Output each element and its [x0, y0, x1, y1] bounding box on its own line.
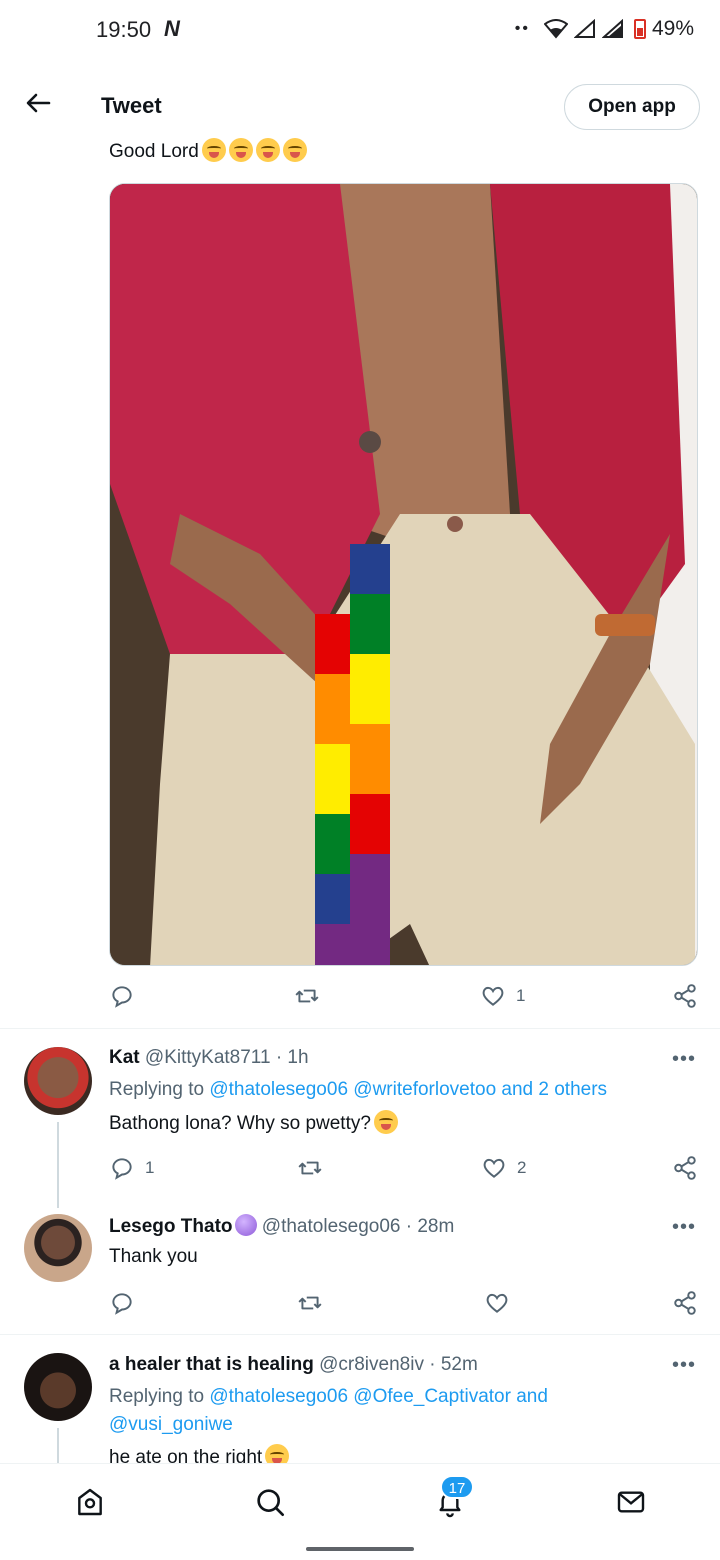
user-name[interactable]: Lesego Thato [109, 1216, 233, 1237]
heart-icon [482, 986, 504, 1006]
heart-eyes-emoji-icon [373, 1110, 398, 1134]
page-title: Tweet [101, 93, 162, 118]
tweet-text-content: Good Lord [109, 141, 199, 162]
like-button[interactable] [484, 1283, 520, 1323]
reply-icon [112, 1158, 132, 1180]
retweet-button[interactable] [294, 976, 330, 1016]
status-bar: 19:50 N •• 49% [0, 0, 720, 60]
divider [0, 1028, 720, 1029]
status-time: 19:50 [96, 17, 152, 42]
reply-button[interactable] [109, 1283, 145, 1323]
heart-icon [483, 1158, 505, 1178]
home-icon[interactable] [70, 1482, 110, 1522]
tweet-text: Good Lord [109, 138, 307, 163]
heart-icon [486, 1293, 508, 1313]
reply-text-content: Bathong lona? Why so pwetty? [109, 1113, 371, 1134]
replying-prefix: Replying to [109, 1079, 205, 1100]
retweet-icon [295, 989, 319, 1003]
status-right: •• 49% [515, 17, 694, 41]
retweet-icon [298, 1161, 322, 1175]
like-button[interactable]: 2 [481, 1148, 526, 1188]
replying-to: Replying to @thatolesego06 @writeforlove… [109, 1076, 689, 1104]
replying-to: Replying to @thatolesego06 @Ofee_Captiva… [109, 1383, 689, 1439]
user-handle[interactable]: @cr8iven8iv [319, 1354, 424, 1375]
timestamp: · 52m [429, 1354, 478, 1375]
reply-text: Thank you [109, 1246, 198, 1267]
avatar[interactable] [24, 1353, 92, 1421]
yum-face-emoji-icon [282, 138, 307, 162]
share-button[interactable] [672, 1148, 698, 1188]
crystal-ball-emoji-icon [234, 1214, 257, 1236]
wifi-icon [543, 19, 568, 39]
battery-icon [633, 19, 646, 39]
timestamp: · 28m [405, 1216, 455, 1237]
retweet-button[interactable] [297, 1283, 333, 1323]
open-app-button[interactable]: Open app [564, 84, 700, 130]
user-handle[interactable]: @thatolesego06 [262, 1216, 401, 1237]
mention-link[interactable]: @vusi_goniwe [109, 1414, 233, 1435]
user-name[interactable]: Kat [109, 1047, 140, 1068]
retweet-button[interactable] [297, 1148, 333, 1188]
share-icon [674, 1291, 696, 1315]
gesture-bar[interactable] [306, 1547, 414, 1551]
more-options-icon[interactable]: ••• [672, 1354, 696, 1377]
retweet-icon [298, 1296, 322, 1310]
bottom-nav: 17 [0, 1463, 720, 1538]
reply-button[interactable]: 1 [109, 1148, 154, 1188]
zany-face-emoji-icon [201, 138, 226, 162]
timestamp: · 1h [275, 1047, 309, 1068]
reply-header: Kat @KittyKat8711 · 1h [109, 1047, 309, 1069]
zany-face-emoji-icon [255, 138, 280, 162]
signal-icon-2 [601, 19, 623, 38]
mention-link[interactable]: @thatolesego06 @writeforlovetoo and 2 ot… [209, 1079, 607, 1100]
share-icon [674, 1156, 696, 1180]
user-handle[interactable]: @KittyKat8711 [145, 1047, 271, 1068]
network-icon: N [164, 16, 180, 41]
battery-percent: 49% [651, 17, 694, 40]
reply-button[interactable] [109, 976, 145, 1016]
reply-icon [112, 1293, 132, 1315]
reply-actions: 1 2 [0, 1148, 720, 1188]
search-icon[interactable] [250, 1482, 290, 1522]
user-name[interactable]: a healer that is healing [109, 1354, 314, 1375]
reply-header: Lesego Thato @thatolesego06 · 28m [109, 1214, 454, 1238]
reply-text: Bathong lona? Why so pwetty? [109, 1110, 398, 1135]
more-options-icon[interactable]: ••• [672, 1216, 696, 1239]
more-options-icon[interactable]: ••• [672, 1048, 696, 1071]
zany-face-emoji-icon [228, 138, 253, 162]
reply-header: a healer that is healing @cr8iven8iv · 5… [109, 1354, 478, 1376]
avatar[interactable] [24, 1214, 92, 1282]
like-count: 1 [516, 986, 526, 1005]
signal-icon [573, 19, 595, 38]
header: Tweet Open app [0, 70, 720, 142]
notification-badge: 17 [440, 1475, 474, 1499]
thread-line [57, 1428, 59, 1468]
mention-link[interactable]: @thatolesego06 @Ofee_Captivator and [209, 1386, 548, 1407]
reply-icon [112, 986, 132, 1008]
share-button[interactable] [672, 976, 698, 1016]
dots-icon: •• [514, 20, 530, 37]
reply-actions [0, 1283, 720, 1323]
like-button[interactable]: 1 [480, 976, 525, 1016]
divider [0, 1334, 720, 1335]
messages-icon[interactable] [611, 1482, 651, 1522]
like-count: 2 [517, 1158, 527, 1177]
arrow-left-icon[interactable] [22, 88, 54, 120]
avatar[interactable] [24, 1047, 92, 1115]
replying-prefix: Replying to [109, 1386, 205, 1407]
share-icon [674, 984, 696, 1008]
reply-count: 1 [145, 1158, 155, 1177]
tweet-photo[interactable] [109, 183, 698, 966]
share-button[interactable] [672, 1283, 698, 1323]
tweet-actions: 1 [0, 976, 720, 1016]
